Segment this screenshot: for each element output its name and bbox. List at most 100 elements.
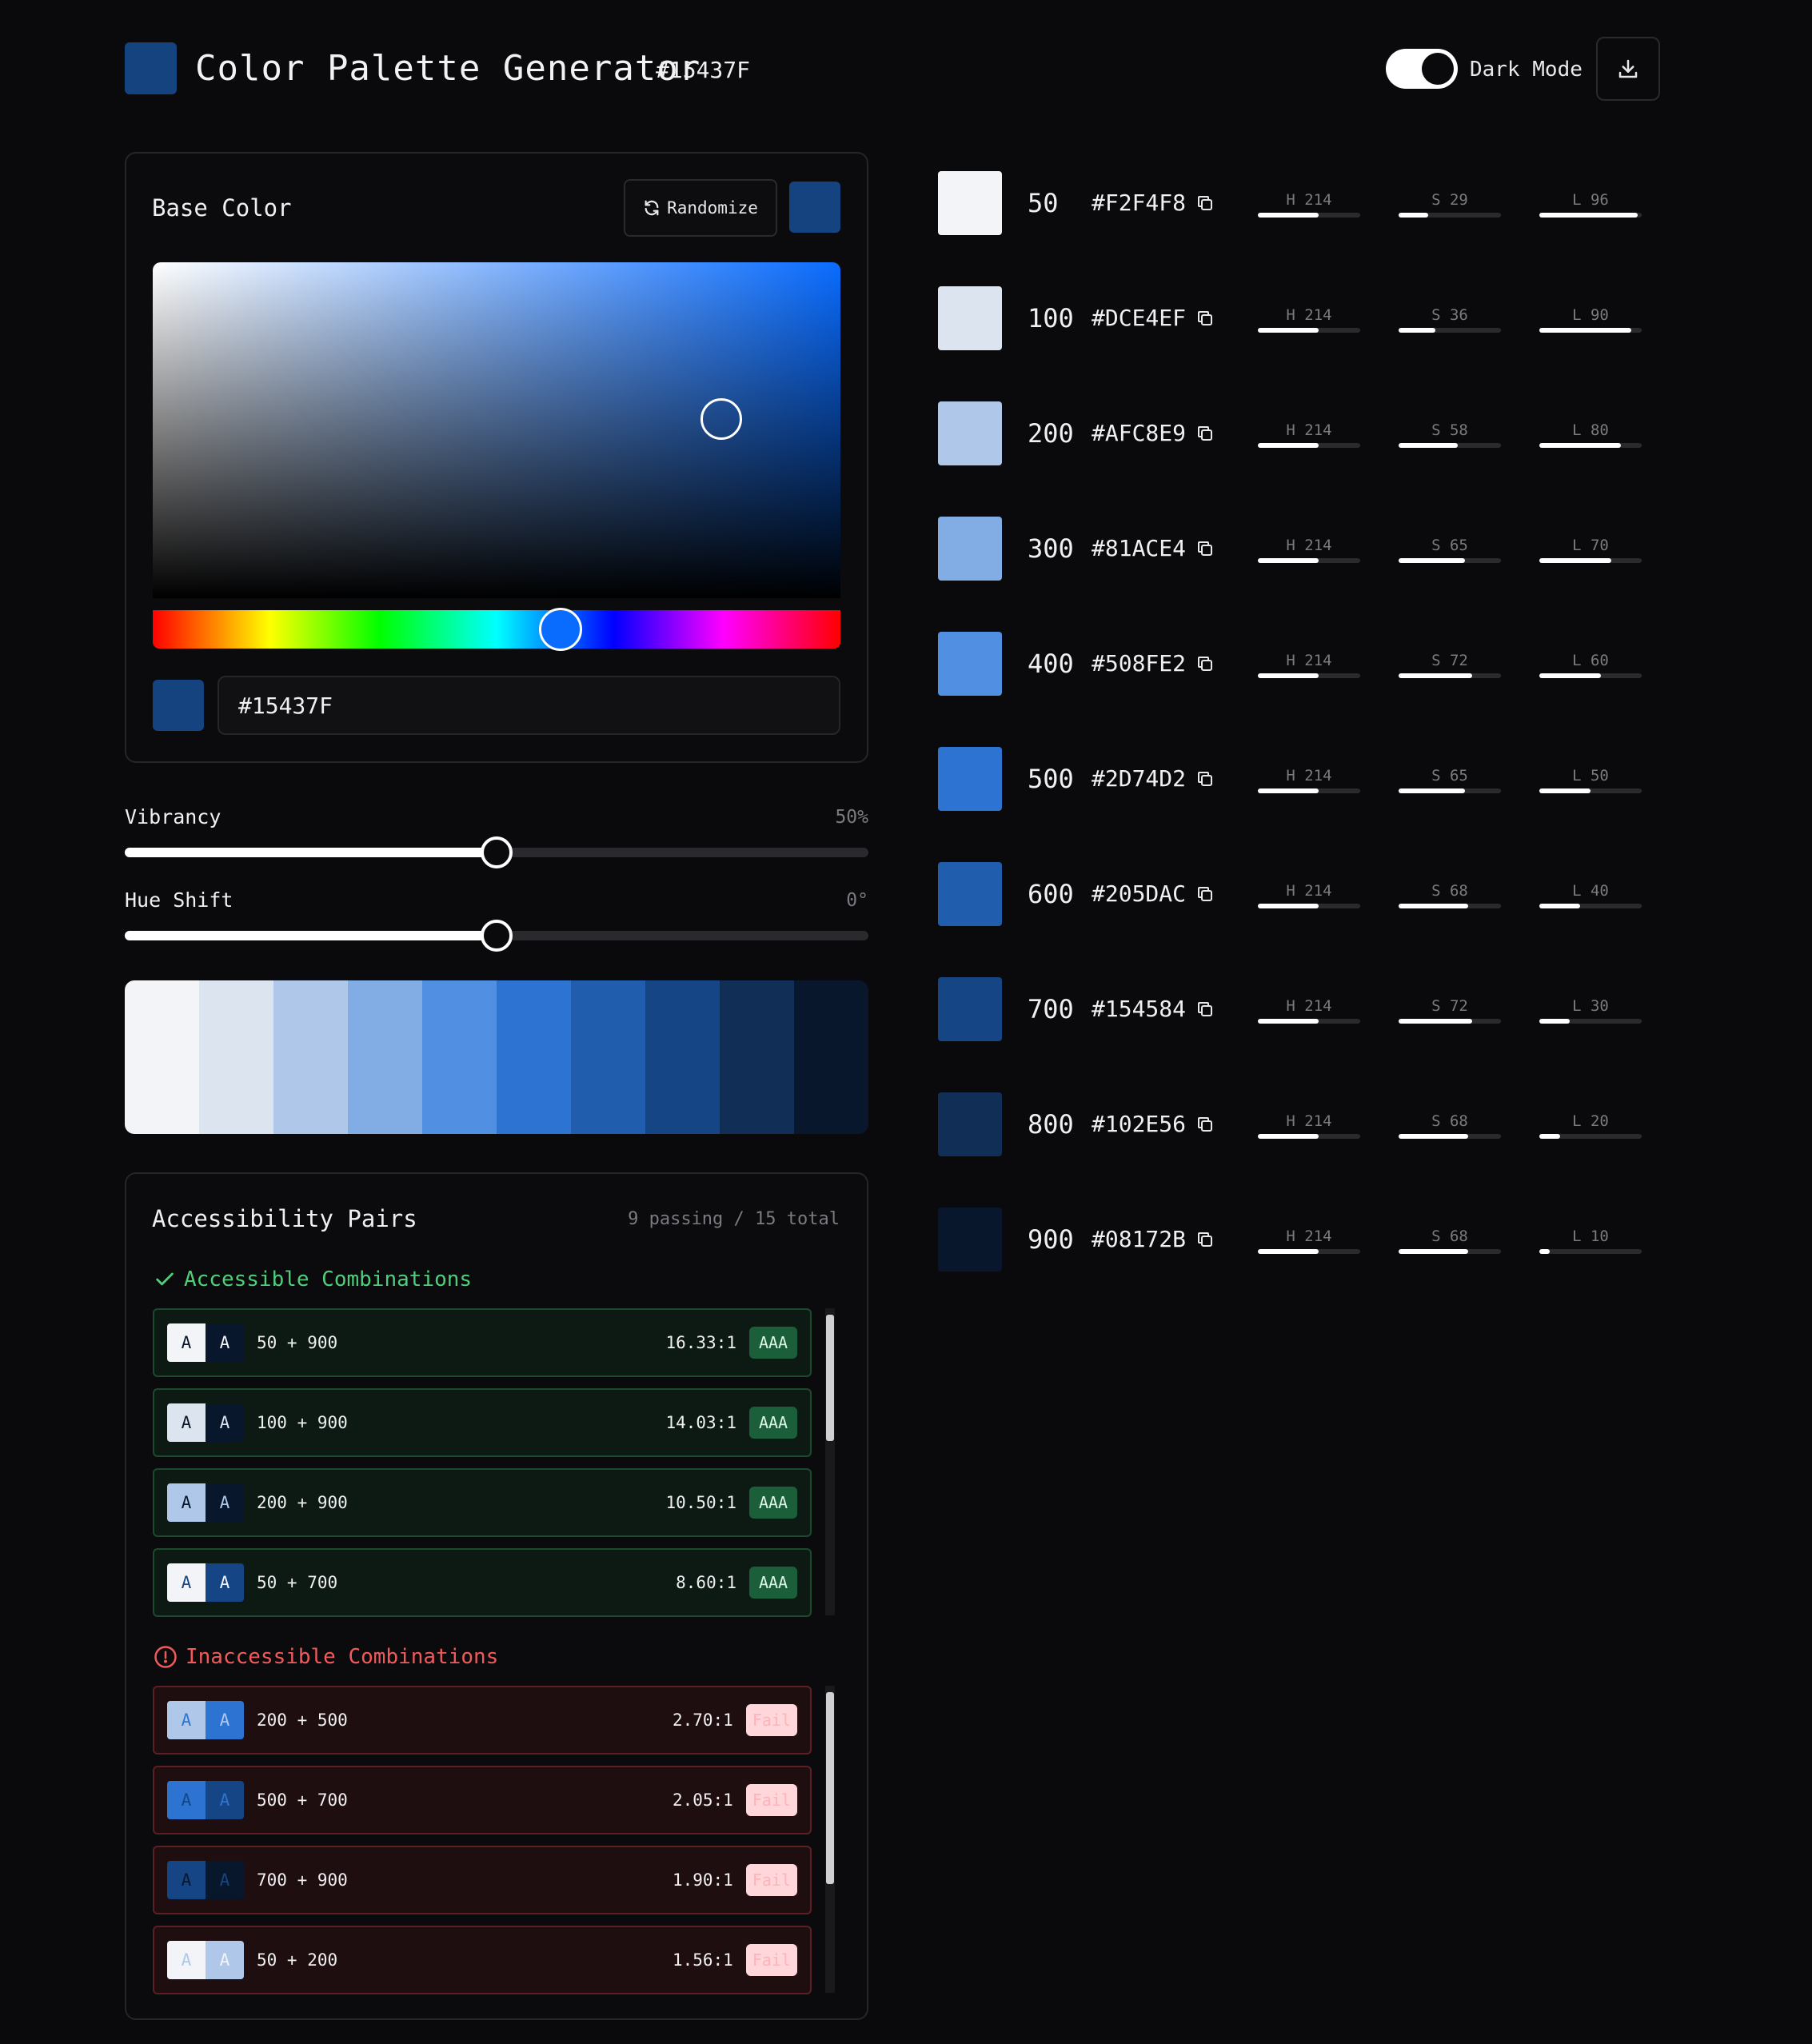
h-bar-fill — [1258, 558, 1319, 563]
h-label: H 214 — [1286, 1228, 1332, 1245]
copy-icon[interactable] — [1195, 654, 1215, 673]
s-bar — [1399, 904, 1501, 908]
copy-icon[interactable] — [1195, 1115, 1215, 1134]
pair-label: 700 + 900 — [257, 1870, 348, 1890]
pair-row[interactable]: A A 200 + 900 10.50:1 AAA — [153, 1468, 812, 1537]
copy-icon[interactable] — [1195, 769, 1215, 788]
h-label: H 214 — [1286, 306, 1332, 324]
shade-name: 50 — [1028, 188, 1059, 218]
h-bar-fill — [1258, 904, 1319, 908]
shade-row: 400 #508FE2 H 214 S 72 L 60 — [938, 632, 1658, 696]
shade-swatch[interactable] — [938, 1208, 1002, 1272]
fg-chip: A — [206, 1483, 244, 1522]
download-button[interactable] — [1596, 37, 1660, 101]
copy-icon[interactable] — [1195, 1000, 1215, 1019]
hue-shift-value: 0° — [846, 890, 868, 911]
accessible-list[interactable]: A A 50 + 900 16.33:1 AAA A A 100 + 900 14.03:1 AA… — [153, 1308, 812, 1628]
hue-slider[interactable] — [153, 610, 840, 649]
shade-swatch[interactable] — [938, 401, 1002, 465]
pair-row[interactable]: A A 500 + 700 2.05:1 Fail — [153, 1766, 812, 1834]
shade-swatch[interactable] — [938, 632, 1002, 696]
download-icon — [1618, 59, 1638, 78]
pair-row[interactable]: A A 100 + 900 14.03:1 AAA — [153, 1388, 812, 1457]
pair-row[interactable]: A A 50 + 700 8.60:1 AAA — [153, 1548, 812, 1617]
pair-row[interactable]: A A 700 + 900 1.90:1 Fail — [153, 1846, 812, 1914]
l-bar — [1539, 558, 1642, 563]
accessible-scroll-thumb[interactable] — [826, 1315, 834, 1441]
vibrancy-fill — [125, 848, 497, 857]
shade-swatch[interactable] — [938, 1092, 1002, 1156]
inaccessible-heading-text: Inaccessible Combinations — [186, 1645, 499, 1669]
vibrancy-thumb[interactable] — [481, 836, 513, 868]
s-bar-fill — [1399, 673, 1473, 678]
pair-label: 200 + 900 — [257, 1493, 348, 1512]
base-color-title: Base Color — [152, 194, 292, 222]
hue-handle[interactable] — [539, 608, 582, 651]
s-bar — [1399, 443, 1501, 448]
shade-hex: #81ACE4 — [1092, 535, 1187, 561]
copy-icon[interactable] — [1195, 1230, 1215, 1249]
accessible-heading: Accessible Combinations — [154, 1266, 472, 1293]
l-bar-fill — [1539, 443, 1622, 448]
s-label: S 58 — [1431, 421, 1468, 439]
fail-badge: Fail — [745, 1864, 797, 1896]
picker-handle[interactable] — [700, 398, 742, 440]
bg-chip: A — [167, 1483, 206, 1522]
copy-icon[interactable] — [1195, 309, 1215, 328]
pair-label: 50 + 700 — [257, 1573, 338, 1592]
pair-row[interactable]: A A 50 + 900 16.33:1 AAA — [153, 1308, 812, 1377]
accessibility-count: 9 passing / 15 total — [628, 1209, 840, 1229]
shade-swatch[interactable] — [938, 977, 1002, 1041]
copy-icon[interactable] — [1195, 539, 1215, 558]
inaccessible-scrollbar[interactable] — [825, 1686, 835, 1993]
shade-name: 700 — [1028, 994, 1074, 1024]
l-label: L 50 — [1572, 767, 1609, 784]
l-bar-fill — [1539, 328, 1632, 333]
dark-mode-toggle[interactable] — [1386, 49, 1458, 89]
preview-swatch — [645, 980, 720, 1134]
shade-swatch[interactable] — [938, 286, 1002, 350]
copy-icon[interactable] — [1195, 884, 1215, 904]
pair-label: 50 + 900 — [257, 1333, 338, 1352]
l-label: L 80 — [1572, 421, 1609, 439]
preview-swatch — [199, 980, 273, 1134]
s-bar-fill — [1399, 443, 1459, 448]
copy-icon[interactable] — [1195, 424, 1215, 443]
refresh-icon — [645, 200, 659, 216]
fg-chip: A — [206, 1323, 244, 1362]
shade-swatch[interactable] — [938, 747, 1002, 811]
shade-swatch[interactable] — [938, 862, 1002, 926]
inaccessible-list[interactable]: A A 200 + 500 2.70:1 Fail A A 500 + 700 2.05:1 Fa… — [153, 1686, 812, 2006]
shade-swatch[interactable] — [938, 517, 1002, 581]
check-icon — [156, 1272, 174, 1286]
dark-mode-label: Dark Mode — [1470, 58, 1583, 82]
inaccessible-scroll-thumb[interactable] — [826, 1692, 834, 1884]
shade-hex: #2D74D2 — [1092, 765, 1187, 792]
pair-row[interactable]: A A 200 + 500 2.70:1 Fail — [153, 1686, 812, 1755]
s-label: S 65 — [1431, 537, 1468, 554]
pair-label: 50 + 200 — [257, 1950, 338, 1970]
shade-row: 200 #AFC8E9 H 214 S 58 L 80 — [938, 401, 1658, 465]
pair-chips: AA — [167, 1323, 244, 1362]
h-bar — [1258, 673, 1360, 678]
fail-badge: Fail — [745, 1944, 797, 1976]
l-bar-fill — [1539, 904, 1581, 908]
l-label: L 70 — [1572, 537, 1609, 554]
contrast-ratio: 2.70:1 — [672, 1711, 733, 1730]
h-bar-fill — [1258, 1134, 1319, 1139]
randomize-button[interactable]: Randomize — [624, 179, 777, 237]
pair-row[interactable]: A A 50 + 200 1.56:1 Fail — [153, 1926, 812, 1994]
base-color-swatch[interactable] — [789, 182, 840, 233]
l-bar — [1539, 788, 1642, 793]
copy-icon[interactable] — [1195, 194, 1215, 213]
l-label: L 60 — [1572, 652, 1609, 669]
current-hex: #15437F — [656, 57, 751, 83]
shade-row: 500 #2D74D2 H 214 S 65 L 50 — [938, 747, 1658, 811]
accessible-scrollbar[interactable] — [825, 1308, 835, 1615]
hex-input[interactable] — [218, 676, 840, 735]
aaa-badge: AAA — [749, 1327, 797, 1359]
pair-chips: AA — [167, 1941, 244, 1979]
shade-swatch[interactable] — [938, 171, 1002, 235]
hue-shift-thumb[interactable] — [481, 920, 513, 952]
fg-chip: A — [206, 1781, 244, 1819]
